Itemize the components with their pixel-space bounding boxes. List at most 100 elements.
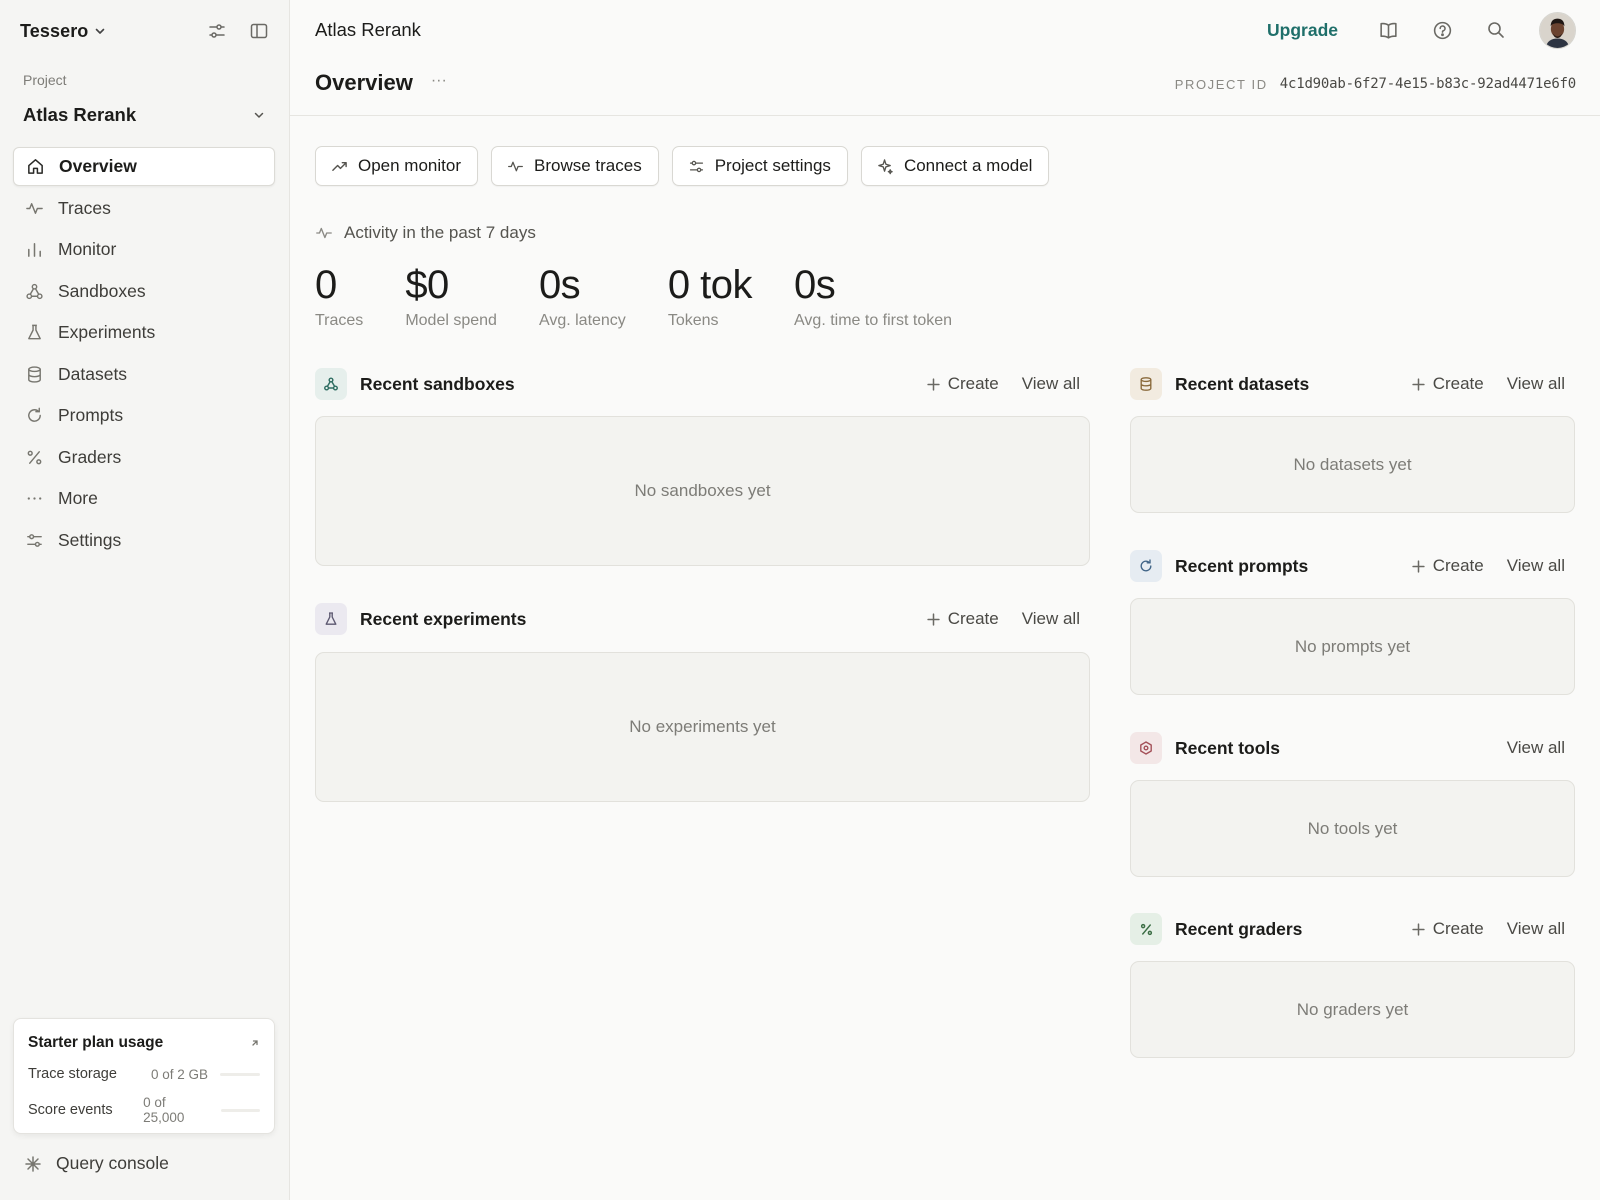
database-icon <box>24 364 44 384</box>
project-id: PROJECT ID 4c1d90ab-6f27-4e15-b83c-92ad4… <box>1175 76 1576 92</box>
view-all-datasets-link[interactable]: View all <box>1507 374 1565 394</box>
sidebar-item-label: Settings <box>58 529 122 550</box>
tools-badge <box>1130 732 1162 764</box>
workspace-switcher[interactable]: Tessero <box>20 21 88 42</box>
activity-icon <box>507 158 524 175</box>
stat-ttft: 0s Avg. time to first token <box>794 262 952 330</box>
plus-icon <box>927 612 940 626</box>
view-all-prompts-link[interactable]: View all <box>1507 556 1565 576</box>
create-label: Create <box>1432 919 1484 938</box>
stat-avg-latency: 0s Avg. latency <box>539 262 626 330</box>
project-switcher[interactable]: Atlas Rerank <box>23 102 265 128</box>
sidebar-item-graders[interactable]: Graders <box>13 438 275 477</box>
upgrade-link[interactable]: Upgrade <box>1267 20 1338 41</box>
section-title: Recent experiments <box>360 608 527 629</box>
open-monitor-button[interactable]: Open monitor <box>315 146 478 186</box>
section-title: Recent datasets <box>1175 373 1310 394</box>
usage-bar <box>220 1108 260 1112</box>
sidebar-item-settings[interactable]: Settings <box>13 521 275 560</box>
sidebar-item-sandboxes[interactable]: Sandboxes <box>13 272 275 311</box>
sidebar-item-label: Datasets <box>58 363 128 384</box>
activity-icon <box>315 224 333 242</box>
section-title: Recent sandboxes <box>360 373 515 394</box>
help-icon[interactable] <box>1432 20 1453 41</box>
sparkle-icon <box>877 158 894 175</box>
recent-datasets-section: Recent datasets Create View all No datas… <box>1130 367 1575 513</box>
view-all-graders-link[interactable]: View all <box>1507 919 1565 939</box>
hexagon-icon <box>1140 741 1152 755</box>
usage-value: 0 of 25,000 <box>143 1095 185 1125</box>
stat-label: Avg. latency <box>538 312 626 329</box>
stat-value: 0s <box>538 263 581 307</box>
empty-text: No prompts yet <box>1294 636 1411 656</box>
chevron-down-icon <box>253 109 265 121</box>
nodes-icon <box>324 377 338 391</box>
sliders-icon[interactable] <box>207 21 227 41</box>
connect-model-button[interactable]: Connect a model <box>860 146 1050 186</box>
query-console-button[interactable]: Query console <box>24 1153 169 1174</box>
project-name: Atlas Rerank <box>23 104 137 125</box>
book-icon[interactable] <box>1378 20 1399 41</box>
plus-icon <box>1412 559 1425 573</box>
arrow-up-right-icon[interactable] <box>250 1038 260 1048</box>
sidebar-item-overview[interactable]: Overview <box>13 147 275 186</box>
plus-icon <box>927 377 940 391</box>
chevron-down-icon[interactable] <box>94 25 106 37</box>
search-icon[interactable] <box>1486 20 1506 40</box>
graders-badge <box>1130 913 1162 945</box>
query-console-label: Query console <box>56 1153 169 1173</box>
sidebar-item-label: More <box>58 488 98 508</box>
sliders-icon <box>24 530 44 550</box>
connect-model-label: Connect a model <box>903 156 1033 175</box>
create-prompt-button[interactable]: Create <box>1412 556 1484 576</box>
sidebar-item-prompts[interactable]: Prompts <box>13 396 275 435</box>
create-sandbox-button[interactable]: Create <box>927 374 999 394</box>
sidebar-item-datasets[interactable]: Datasets <box>13 355 275 394</box>
create-label: Create <box>1432 374 1484 393</box>
open-monitor-label: Open monitor <box>358 156 461 175</box>
stat-value: 0 <box>315 263 337 307</box>
datasets-empty-state: No datasets yet <box>1130 416 1575 513</box>
tools-empty-state: No tools yet <box>1130 780 1575 877</box>
sandboxes-empty-state: No sandboxes yet <box>315 416 1090 566</box>
usage-label: Trace storage <box>28 1066 117 1082</box>
usage-value: 0 of 2 GB <box>150 1066 208 1082</box>
create-dataset-button[interactable]: Create <box>1412 374 1484 394</box>
create-experiment-button[interactable]: Create <box>927 609 999 629</box>
usage-bar <box>220 1072 260 1076</box>
recent-sandboxes-section: Recent sandboxes Create View all No sand… <box>315 367 1090 566</box>
usage-row-score-events: Score events 0 of 25,000 <box>28 1095 260 1125</box>
sidebar-item-experiments[interactable]: Experiments <box>13 313 275 352</box>
project-settings-label: Project settings <box>714 156 831 175</box>
create-grader-button[interactable]: Create <box>1412 919 1484 939</box>
view-all-experiments-link[interactable]: View all <box>1022 609 1080 629</box>
section-title: Recent tools <box>1175 737 1281 758</box>
browse-traces-label: Browse traces <box>534 156 642 175</box>
section-title: Recent prompts <box>1175 555 1309 576</box>
avatar[interactable] <box>1539 11 1576 49</box>
create-label: Create <box>947 609 999 628</box>
sidebar-item-monitor[interactable]: Monitor <box>13 230 275 269</box>
section-title: Recent graders <box>1175 918 1303 939</box>
sandboxes-badge <box>315 368 347 400</box>
breadcrumb[interactable]: Atlas Rerank <box>315 19 421 41</box>
empty-text: No graders yet <box>1296 999 1409 1019</box>
page-more-menu[interactable]: ··· <box>431 72 447 90</box>
trending-up-icon <box>331 158 348 175</box>
project-settings-button[interactable]: Project settings <box>671 146 848 186</box>
sidebar-item-label: Sandboxes <box>58 280 146 301</box>
view-all-tools-link[interactable]: View all <box>1507 738 1565 758</box>
project-id-value[interactable]: 4c1d90ab-6f27-4e15-b83c-92ad4471e6f0 <box>1280 76 1576 92</box>
browse-traces-button[interactable]: Browse traces <box>491 146 659 186</box>
stat-label: Tokens <box>667 312 719 329</box>
view-all-sandboxes-link[interactable]: View all <box>1022 374 1080 394</box>
sidebar-item-more[interactable]: More <box>13 479 275 518</box>
empty-text: No datasets yet <box>1293 454 1412 474</box>
sidebar-item-traces[interactable]: Traces <box>13 189 275 228</box>
recent-tools-section: Recent tools View all No tools yet <box>1130 731 1575 877</box>
usage-label: Score events <box>28 1102 113 1118</box>
plan-usage-card[interactable]: Starter plan usage Trace storage 0 of 2 … <box>13 1018 275 1134</box>
sidebar-toggle-icon[interactable] <box>249 21 269 41</box>
page-header: Overview ··· PROJECT ID 4c1d90ab-6f27-4e… <box>290 66 1600 116</box>
stat-tokens: 0 tok Tokens <box>667 262 753 330</box>
